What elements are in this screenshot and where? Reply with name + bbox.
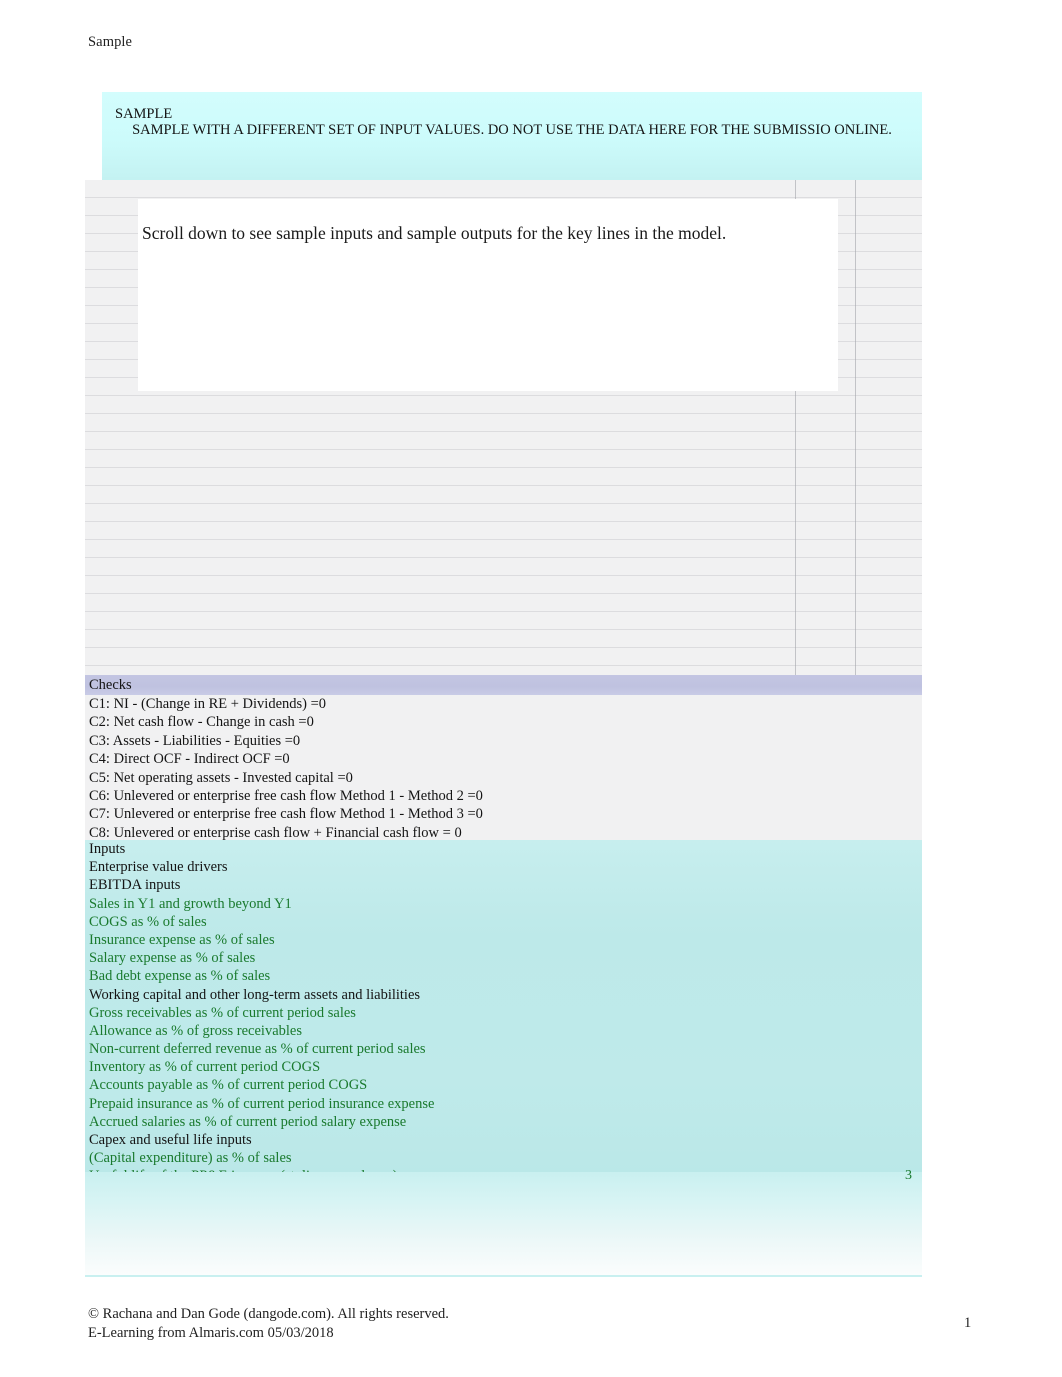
input-row: Sales in Y1 and growth beyond Y1 [89, 895, 292, 912]
embedded-spreadsheet-object[interactable]: SAMPLE SAMPLE WITH A DIFFERENT SET OF IN… [85, 92, 922, 1277]
page-header-label: Sample [88, 34, 133, 50]
input-row: Insurance expense as % of sales [89, 931, 275, 948]
check-row: C5: Net operating assets - Invested capi… [85, 768, 922, 787]
inputs-group-label: Working capital and other long-term asse… [89, 986, 421, 1003]
input-row: Allowance as % of gross receivables [89, 1022, 302, 1039]
checks-section-header: Checks [85, 675, 922, 695]
check-row: C6: Unlevered or enterprise free cash fl… [85, 786, 922, 806]
input-row: Non-current deferred revenue as % of cur… [89, 1041, 426, 1058]
input-row: Accounts payable as % of current period … [89, 1077, 368, 1094]
inputs-group-label: Capex and useful life inputs [89, 1132, 252, 1148]
input-row: Bad debt expense as % of sales [89, 968, 271, 985]
callout-text: Scroll down to see sample inputs and sam… [142, 223, 727, 243]
input-value-cell: 3 [905, 1168, 912, 1183]
sheet-fade-tail [85, 1172, 922, 1275]
check-row: C3: Assets - Liabilities - Equities =0 [85, 731, 922, 751]
input-row: Inventory as % of current period COGS [89, 1059, 321, 1076]
input-row: Salary expense as % of sales [89, 950, 256, 967]
input-row: Gross receivables as % of current period… [89, 1004, 356, 1021]
checks-section: Checks C1: NI - (Change in RE + Dividend… [85, 675, 922, 843]
check-row: C1: NI - (Change in RE + Dividends) =0 [85, 695, 922, 714]
input-row: (Capital expenditure) as % of sales [89, 1150, 292, 1167]
input-row: Accrued salaries as % of current period … [89, 1113, 407, 1130]
input-row: Prepaid insurance as % of current period… [89, 1095, 435, 1112]
inputs-group-label: EBITDA inputs [89, 877, 181, 894]
scroll-down-callout-box: Scroll down to see sample inputs and sam… [138, 199, 838, 391]
banner-title: SAMPLE [115, 106, 173, 122]
check-row: C7: Unlevered or enterprise free cash fl… [85, 805, 922, 824]
footer-copyright-line: © Rachana and Dan Gode (dangode.com). Al… [88, 1306, 449, 1322]
check-row: C2: Net cash flow - Change in cash =0 [85, 713, 922, 732]
inputs-section-header: Inputs [89, 841, 126, 857]
sample-banner: SAMPLE SAMPLE WITH A DIFFERENT SET OF IN… [102, 92, 922, 180]
inputs-group-label: Enterprise value drivers [89, 859, 228, 876]
banner-body-text: SAMPLE WITH A DIFFERENT SET OF INPUT VAL… [132, 122, 892, 138]
input-row: COGS as % of sales [89, 913, 207, 930]
page-number: 1 [964, 1315, 972, 1331]
check-row: C4: Direct OCF - Indirect OCF =0 [85, 750, 922, 769]
footer-source-line: E-Learning from Almaris.com 05/03/2018 [88, 1325, 334, 1341]
page-footer: © Rachana and Dan Gode (dangode.com). Al… [88, 1305, 449, 1343]
